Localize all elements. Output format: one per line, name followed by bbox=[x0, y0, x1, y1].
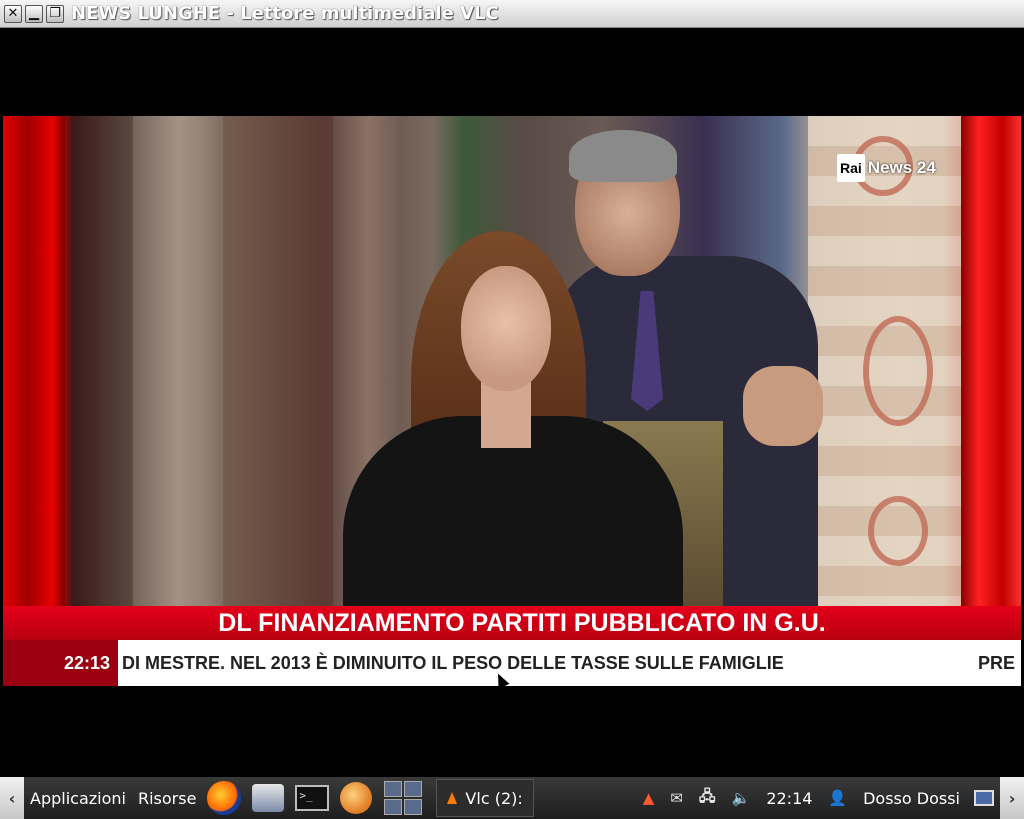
background-speaker-hair bbox=[569, 130, 677, 182]
close-icon: ✕ bbox=[7, 6, 19, 21]
ornament-swirl bbox=[868, 496, 928, 566]
maximize-window-button[interactable]: ❐ bbox=[46, 4, 64, 23]
network-icon[interactable]: 🖧 bbox=[699, 786, 716, 811]
chevron-right-icon: › bbox=[1008, 788, 1016, 808]
news-headline-band: DL FINANZIAMENTO PARTITI PUBBLICATO IN G… bbox=[3, 606, 1021, 640]
ornament-swirl bbox=[863, 316, 933, 426]
red-curtain-right bbox=[961, 116, 1021, 606]
news-ticker: 22:13 DI MESTRE. NEL 2013 È DIMINUITO IL… bbox=[3, 640, 1021, 686]
system-tray: ▲ ✉ 🖧 🔈 22:14 👤 Dosso Dossi bbox=[635, 786, 1000, 811]
task-vlc-label: Vlc (2): bbox=[465, 788, 523, 808]
firefox-launcher[interactable] bbox=[206, 780, 242, 816]
files-launcher[interactable] bbox=[250, 780, 286, 816]
vlc-icon bbox=[447, 792, 458, 804]
news-headline: DL FINANZIAMENTO PARTITI PUBBLICATO IN G… bbox=[218, 608, 826, 637]
chevron-left-icon: ‹ bbox=[8, 788, 16, 808]
minimize-icon: ▁ bbox=[29, 6, 39, 21]
user-icon: 👤 bbox=[828, 789, 848, 807]
ticker-time: 22:13 bbox=[3, 640, 118, 686]
taskbar-task-vlc[interactable]: Vlc (2): bbox=[436, 779, 534, 817]
taskbar: ‹ Applicazioni Risorse >_ Vlc (2): ▲ ✉ 🖧… bbox=[0, 777, 1024, 819]
video-frame: Rai News 24 DL FINANZIAMENTO PARTITI PUB… bbox=[3, 116, 1021, 686]
rainews24-logo: Rai News 24 bbox=[837, 154, 936, 182]
shell-launcher[interactable] bbox=[338, 780, 374, 816]
files-icon bbox=[252, 784, 285, 812]
minimize-window-button[interactable]: ▁ bbox=[25, 4, 43, 23]
workspace-3[interactable] bbox=[384, 799, 403, 815]
workspace-4[interactable] bbox=[404, 799, 423, 815]
rai-logo-text: News 24 bbox=[867, 158, 936, 177]
vlc-tray-icon[interactable]: ▲ bbox=[643, 789, 655, 807]
shell-icon bbox=[340, 782, 373, 814]
menu-applications[interactable]: Applicazioni bbox=[24, 789, 132, 808]
taskbar-scroll-left-button[interactable]: ‹ bbox=[0, 777, 24, 819]
volume-icon[interactable]: 🔈 bbox=[732, 789, 751, 807]
close-window-button[interactable]: ✕ bbox=[4, 4, 22, 23]
window-title-bar: ✕ ▁ ❐ NEWS LUNGHE - Lettore multimediale… bbox=[0, 0, 1024, 28]
ticker-next-text: PRE bbox=[977, 652, 1015, 673]
red-curtain-left bbox=[3, 116, 65, 606]
terminal-launcher[interactable]: >_ bbox=[294, 780, 330, 816]
mail-icon[interactable]: ✉ bbox=[670, 789, 683, 807]
ticker-text: DI MESTRE. NEL 2013 È DIMINUITO IL PESO … bbox=[122, 652, 784, 673]
screen-icon[interactable] bbox=[974, 790, 994, 806]
firefox-icon bbox=[207, 781, 242, 815]
menu-resources[interactable]: Risorse bbox=[132, 789, 202, 808]
workspace-1[interactable] bbox=[384, 781, 403, 797]
video-viewport[interactable]: Rai News 24 DL FINANZIAMENTO PARTITI PUB… bbox=[3, 28, 1021, 776]
clock[interactable]: 22:14 bbox=[766, 789, 812, 808]
taskbar-scroll-right-button[interactable]: › bbox=[1000, 777, 1024, 819]
background-speaker-hand bbox=[743, 366, 823, 446]
terminal-icon: >_ bbox=[295, 785, 330, 811]
window-title: NEWS LUNGHE - Lettore multimediale VLC bbox=[71, 3, 499, 24]
workspace-switcher[interactable] bbox=[384, 781, 423, 815]
background-pillar bbox=[133, 116, 223, 606]
user-name[interactable]: Dosso Dossi bbox=[863, 789, 960, 808]
maximize-icon: ❐ bbox=[49, 6, 61, 21]
presenter-face bbox=[461, 266, 551, 391]
workspace-2[interactable] bbox=[404, 781, 423, 797]
rai-logo-box: Rai bbox=[837, 154, 865, 182]
